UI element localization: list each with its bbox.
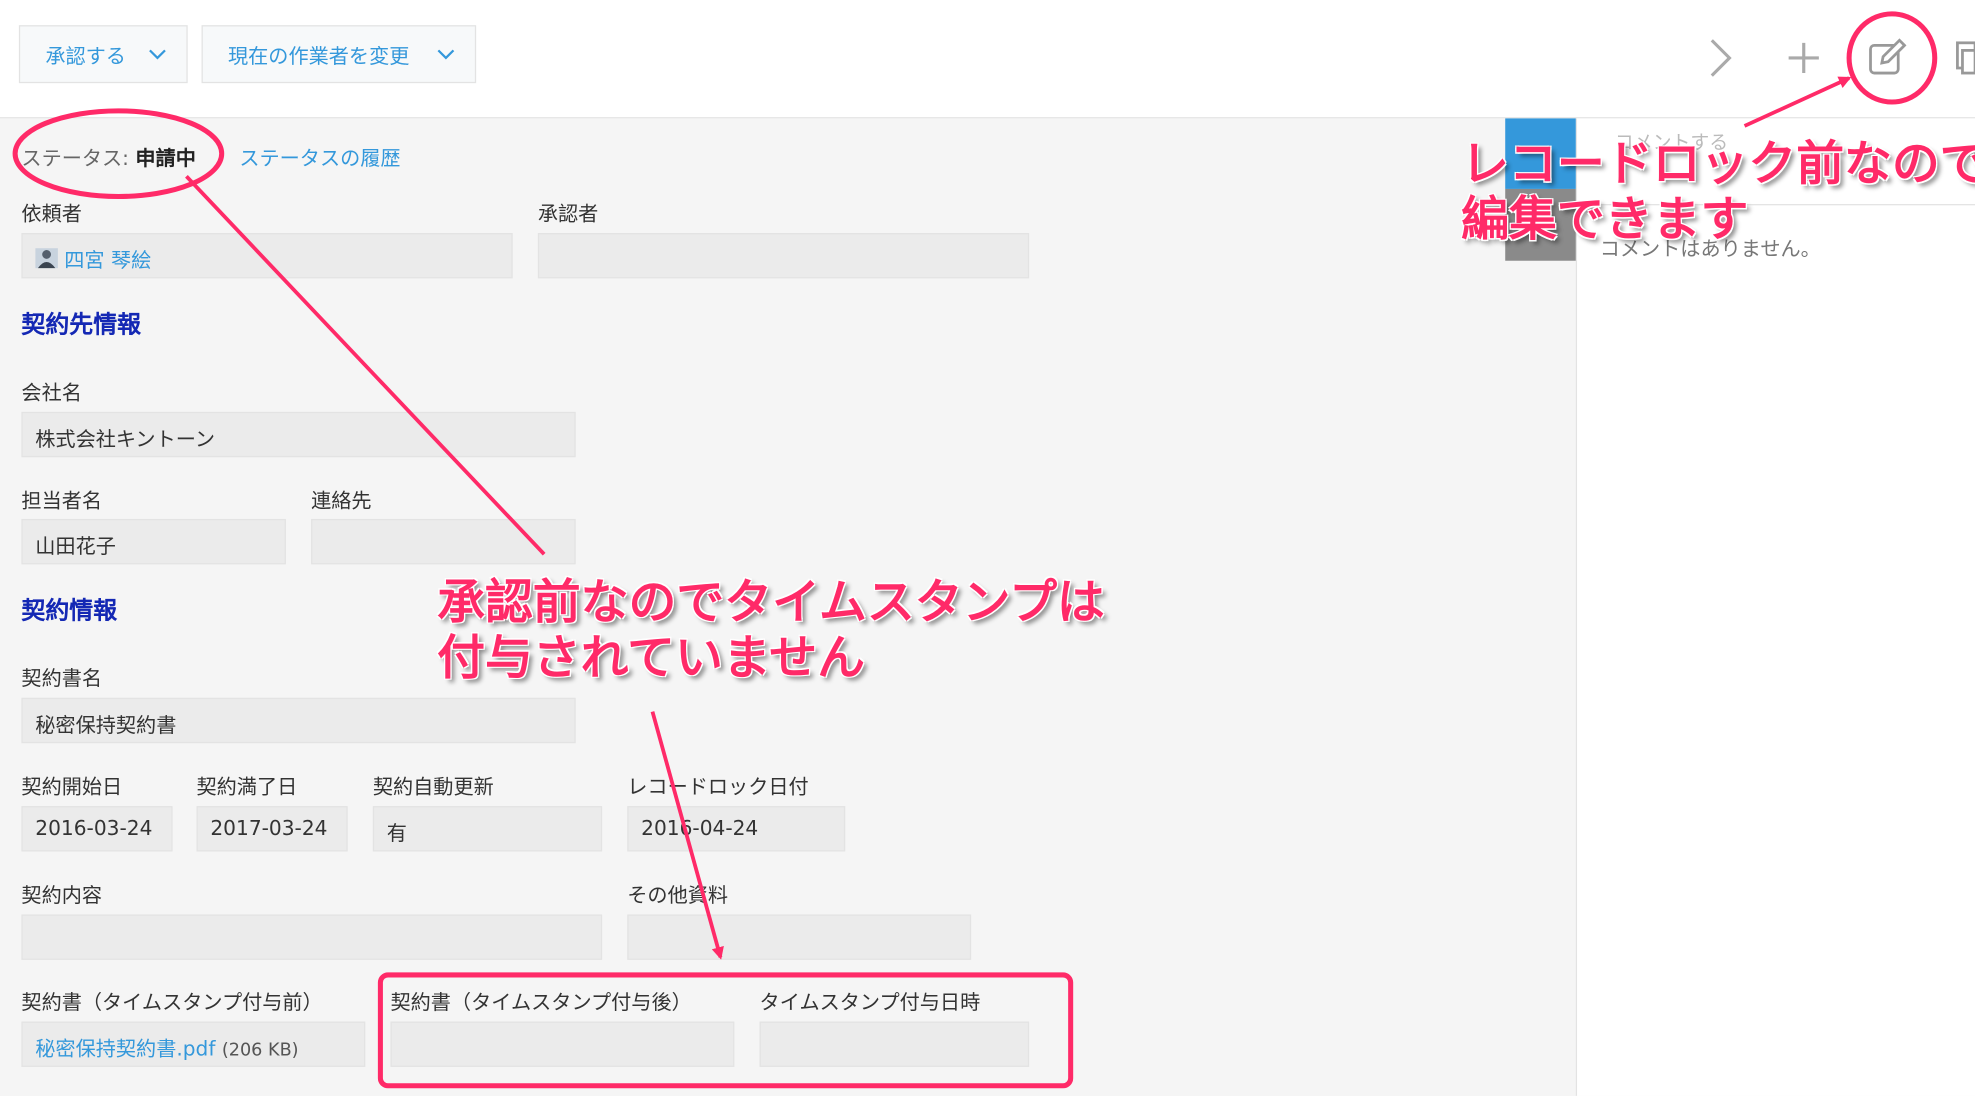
- timestamp-pointer-arrow: [650, 711, 724, 960]
- status-highlight-ellipse: [12, 108, 225, 200]
- screen: 承認する 現在の作業者を変更 ステータス: 申請中 ステータスの履歴 依頼者 四…: [0, 0, 1975, 1096]
- timestamp-annotation: 承認前なのでタイムスタンプは 付与されていません: [437, 574, 1105, 685]
- edit-highlight-ellipse: [1846, 11, 1938, 105]
- timestamp-annotation-line2: 付与されていません: [437, 629, 866, 686]
- edit-pointer-arrow: [1743, 76, 1852, 128]
- edit-annotation: レコードロック前なので 編集できます: [1461, 136, 1975, 247]
- timestamp-annotation-line1: 承認前なのでタイムスタンプは: [437, 574, 1105, 630]
- timestamp-fields-highlight: [377, 972, 1074, 1089]
- edit-annotation-line2: 編集できます: [1461, 191, 1749, 247]
- status-pointer-line: [185, 175, 546, 556]
- edit-annotation-line1: レコードロック前なので: [1461, 136, 1975, 192]
